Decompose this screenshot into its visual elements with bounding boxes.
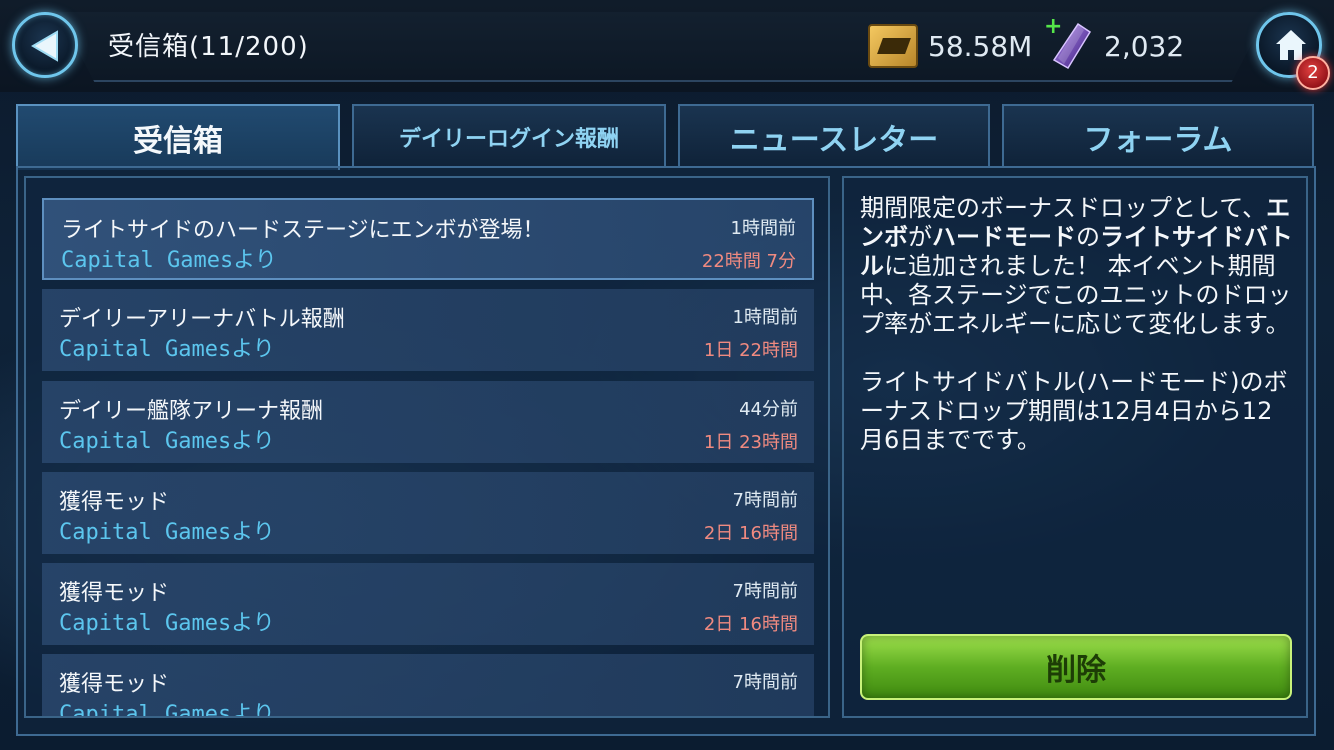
message-subject: 獲得モッド [59,490,170,515]
message-list[interactable]: ライトサイドのハードステージにエンボが登場！ Capital Gamesより 1… [24,176,830,718]
tab-bar: 受信箱 デイリーログイン報酬 ニュースレター フォーラム [16,104,1316,170]
inbox-screen: 受信箱(11/200) 58.58M + 2,032 2 受信箱 デイリーログイ… [0,0,1334,750]
message-sender: Capital Gamesより [59,520,275,545]
message-item[interactable]: 獲得モッド Capital Gamesより 7時間前 2日 16時間 [42,563,814,645]
message-sender: Capital Gamesより [59,702,275,718]
message-item[interactable]: デイリー艦隊アリーナ報酬 Capital Gamesより 44分前 1日 23時… [42,381,814,463]
message-sender: Capital Gamesより [61,248,277,273]
message-expiry-time: 1日 22時間 [703,340,798,361]
crystal-icon: + [1044,14,1094,70]
message-sender: Capital Gamesより [59,429,275,454]
tab-newsletter[interactable]: ニュースレター [678,104,990,168]
top-bar: 受信箱(11/200) 58.58M + 2,032 2 [0,0,1334,92]
message-subject: デイリー艦隊アリーナ報酬 [59,399,324,424]
message-received-time: 7時間前 [732,672,798,693]
message-subject: ライトサイドのハードステージにエンボが登場！ [61,218,545,243]
tab-inbox[interactable]: 受信箱 [16,104,340,170]
message-received-time: 7時間前 [732,581,798,602]
message-body-paragraph: 期間限定のボーナスドロップとして、エンボがハードモードのライトサイドバトルに追加… [860,194,1293,338]
credits-icon [868,24,918,68]
message-body-paragraph: ライトサイドバトル(ハードモード)のボーナスドロップ期間は12月4日から12月6… [860,368,1288,454]
message-sender: Capital Gamesより [59,337,275,362]
tab-forum[interactable]: フォーラム [1002,104,1314,168]
crystals-display[interactable]: + 2,032 [1044,14,1185,70]
message-sender: Capital Gamesより [59,611,275,636]
message-item[interactable]: 獲得モッド Capital Gamesより 7時間前 [42,654,814,718]
message-detail: 期間限定のボーナスドロップとして、エンボがハードモードのライトサイドバトルに追加… [842,176,1308,718]
delete-button[interactable]: 削除 [860,634,1292,700]
message-body: 期間限定のボーナスドロップとして、エンボがハードモードのライトサイドバトルに追加… [860,194,1296,484]
back-button[interactable] [12,12,78,78]
message-expiry-time: 22時間 7分 [701,251,796,272]
notification-badge: 2 [1296,56,1330,90]
message-item-selected[interactable]: ライトサイドのハードステージにエンボが登場！ Capital Gamesより 1… [42,198,814,280]
credits-display: 58.58M [868,22,1032,70]
message-received-time: 7時間前 [732,490,798,511]
message-subject: 獲得モッド [59,672,170,697]
message-item[interactable]: デイリーアリーナバトル報酬 Capital Gamesより 1時間前 1日 22… [42,289,814,371]
message-expiry-time: 2日 16時間 [703,523,798,544]
page-title: 受信箱(11/200) [108,32,309,62]
message-subject: デイリーアリーナバトル報酬 [59,307,345,332]
message-received-time: 44分前 [739,399,798,420]
credits-value: 58.58M [928,29,1033,63]
message-expiry-time: 2日 16時間 [703,614,798,635]
message-received-time: 1時間前 [732,307,798,328]
message-expiry-time: 1日 23時間 [703,432,798,453]
tab-daily-login-rewards[interactable]: デイリーログイン報酬 [352,104,666,168]
back-arrow-icon [31,30,58,62]
crystals-value: 2,032 [1104,29,1185,63]
message-received-time: 1時間前 [730,218,796,239]
message-item[interactable]: 獲得モッド Capital Gamesより 7時間前 2日 16時間 [42,472,814,554]
plus-icon[interactable]: + [1044,14,1062,39]
message-subject: 獲得モッド [59,581,170,606]
